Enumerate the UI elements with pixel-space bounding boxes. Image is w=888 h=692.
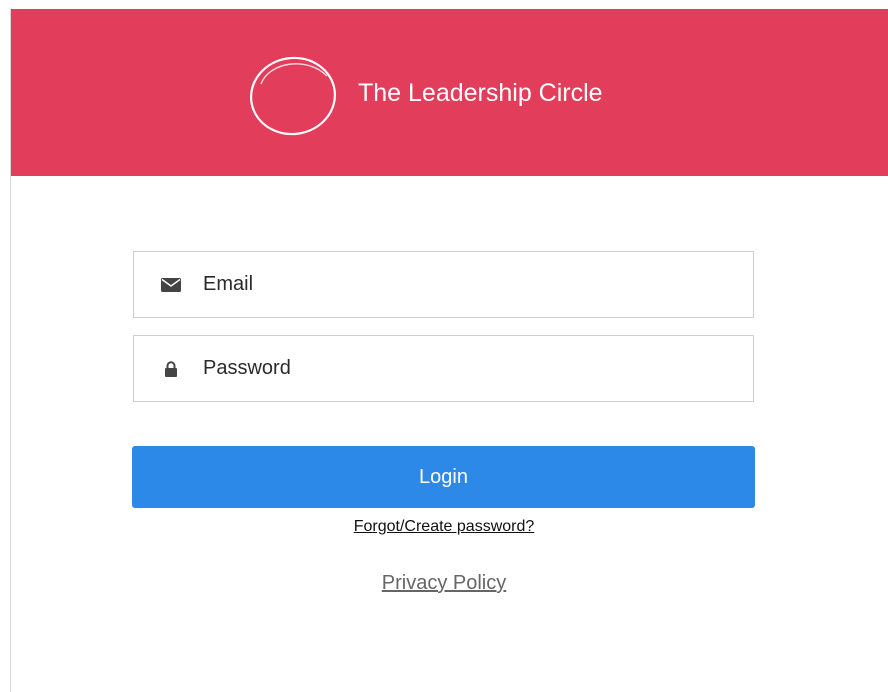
privacy-policy-link[interactable]: Privacy Policy [0, 572, 888, 595]
login-button[interactable]: Login [132, 446, 755, 508]
envelope-icon [161, 275, 181, 295]
forgot-password-link[interactable]: Forgot/Create password? [0, 518, 888, 536]
lock-icon [161, 359, 181, 379]
email-field-container[interactable] [133, 251, 754, 318]
brand-name: The Leadership Circle [358, 79, 603, 107]
password-field-container[interactable] [133, 335, 754, 402]
email-input[interactable] [203, 273, 723, 296]
brand-header: The Leadership Circle [11, 9, 888, 176]
circle-logo-icon [249, 56, 337, 136]
password-input[interactable] [203, 357, 723, 380]
